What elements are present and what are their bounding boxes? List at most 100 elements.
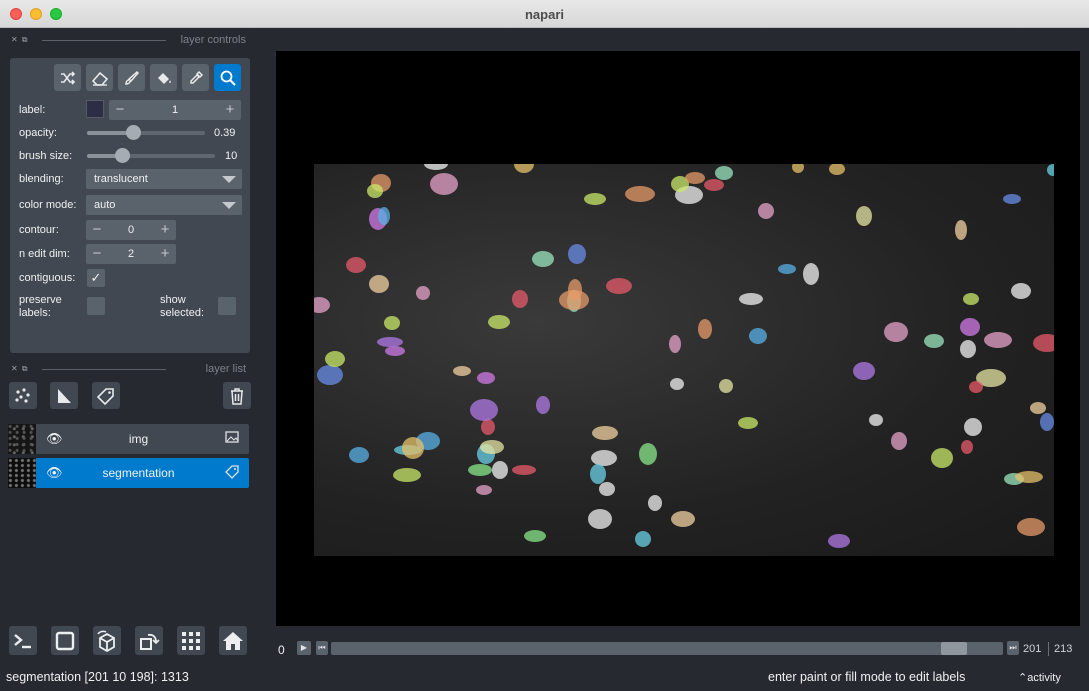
new-labels-layer-button[interactable]	[92, 382, 120, 409]
show-selected-checkbox[interactable]	[218, 297, 236, 315]
cell-label-blob	[590, 464, 606, 484]
brush-size-slider[interactable]	[87, 148, 215, 163]
opacity-slider[interactable]	[87, 125, 205, 140]
chevron-down-icon	[222, 202, 236, 209]
blending-dropdown[interactable]: translucent	[86, 169, 242, 189]
visibility-eye-icon[interactable]: 👁	[46, 465, 63, 481]
cell-label-blob	[588, 509, 612, 529]
contour-spinbox[interactable]: − 0 +	[86, 220, 176, 240]
image-icon	[225, 431, 239, 446]
reset-view-button[interactable]	[219, 626, 247, 655]
window-titlebar: napari	[0, 0, 1089, 28]
preserve-labels-label: preserve labels:	[19, 294, 62, 320]
brush-size-slider-handle[interactable]	[115, 148, 130, 163]
roll-dimensions-button[interactable]	[93, 626, 121, 655]
contour-increment-button[interactable]: +	[157, 221, 173, 239]
cell-label-blob	[532, 251, 554, 267]
cell-label-blob	[367, 184, 383, 198]
cell-label-blob	[468, 464, 492, 476]
layer-row-segmentation[interactable]: 👁 segmentation	[8, 458, 249, 488]
grid-icon	[182, 631, 200, 650]
preserve-labels-checkbox[interactable]	[87, 297, 105, 315]
activity-button[interactable]: ⌃activity	[1018, 671, 1061, 684]
grid-view-button[interactable]	[177, 626, 205, 655]
cell-label-blob	[869, 414, 883, 426]
new-shapes-layer-button[interactable]	[50, 382, 78, 409]
viewer-canvas[interactable]	[276, 51, 1080, 626]
layer-row-img[interactable]: 👁 img	[8, 424, 249, 454]
cell-label-blob	[758, 203, 774, 219]
pan-zoom-mode-button[interactable]	[214, 64, 241, 91]
layer-name[interactable]: img	[68, 432, 209, 446]
play-button[interactable]: ▶	[297, 641, 311, 655]
pick-mode-button[interactable]	[182, 64, 209, 91]
cell-label-blob	[671, 511, 695, 527]
label-increment-button[interactable]: +	[222, 101, 238, 119]
label-spinbox[interactable]: − 1 +	[109, 100, 241, 120]
n-edit-dim-spinbox[interactable]: − 2 +	[86, 244, 176, 264]
home-icon	[223, 631, 243, 650]
transpose-dimensions-button[interactable]	[135, 626, 163, 655]
label-color-swatch[interactable]	[86, 100, 104, 118]
color-mode-dropdown[interactable]: auto	[86, 195, 242, 215]
cell-label-blob	[625, 186, 655, 202]
cell-label-blob	[778, 264, 796, 274]
step-forward-button[interactable]: ⏭	[1007, 641, 1019, 655]
contiguous-checkbox[interactable]: ✓	[87, 269, 105, 287]
opacity-label: opacity:	[19, 127, 57, 139]
cell-label-blob	[453, 366, 471, 376]
dim-current-value[interactable]: 201	[1023, 643, 1041, 655]
cell-label-blob	[960, 318, 980, 336]
points-icon	[15, 387, 30, 403]
dock-float-icons[interactable]: ✕⧉	[11, 364, 31, 374]
paint-mode-button[interactable]	[118, 64, 145, 91]
toggle-ndisplay-button[interactable]	[51, 626, 79, 655]
cell-label-blob	[430, 173, 458, 195]
step-back-button[interactable]: ⏮	[316, 641, 328, 655]
preserve-labels-label-line2: labels:	[19, 307, 51, 319]
cell-label-blob	[402, 437, 424, 459]
cell-label-blob	[384, 316, 400, 330]
dock-header-divider	[42, 369, 166, 370]
fill-mode-button[interactable]	[150, 64, 177, 91]
color-picker-icon	[189, 70, 203, 84]
cell-label-blob	[378, 207, 390, 225]
status-message: segmentation [201 10 198]: 1313	[6, 670, 189, 684]
contiguous-label: contiguous:	[19, 272, 76, 284]
delete-layer-button[interactable]	[223, 382, 251, 409]
cell-label-blob	[470, 399, 498, 421]
new-points-layer-button[interactable]	[9, 382, 37, 409]
cell-label-blob	[1003, 194, 1021, 204]
cell-label-blob	[559, 290, 589, 310]
n-edit-dim-increment-button[interactable]: +	[157, 245, 173, 263]
console-button[interactable]	[9, 626, 37, 655]
cell-label-blob	[1011, 283, 1031, 299]
layer-name[interactable]: segmentation	[68, 466, 209, 480]
dim-slider-handle[interactable]	[941, 642, 967, 655]
brush-size-value: 10	[225, 150, 238, 162]
shuffle-colors-button[interactable]	[54, 64, 81, 91]
cell-label-blob	[1015, 471, 1043, 483]
eraser-icon	[91, 71, 108, 86]
dim-slider[interactable]	[331, 642, 1003, 655]
chevron-up-icon: ⌃	[1018, 672, 1028, 684]
trash-icon	[231, 387, 243, 405]
opacity-slider-handle[interactable]	[126, 125, 141, 140]
cell-label-blob	[317, 365, 343, 385]
cell-label-blob	[606, 278, 632, 294]
cell-label-blob	[584, 193, 606, 205]
dock-float-icons[interactable]: ✕⧉	[11, 35, 31, 45]
label-label: label:	[19, 104, 46, 116]
cell-labels-overlay	[314, 164, 1054, 548]
visibility-eye-icon[interactable]: 👁	[46, 431, 63, 447]
cell-label-blob	[969, 381, 983, 393]
erase-mode-button[interactable]	[86, 64, 113, 91]
blending-value: translucent	[94, 173, 148, 185]
cell-label-blob	[524, 530, 546, 542]
layer-list-dock-header: ✕⧉ layer list	[8, 362, 250, 378]
cell-label-blob	[369, 275, 389, 293]
cell-label-blob	[924, 334, 944, 348]
cell-label-blob	[884, 322, 908, 342]
cell-label-blob	[488, 315, 510, 329]
cell-label-blob	[349, 447, 369, 463]
